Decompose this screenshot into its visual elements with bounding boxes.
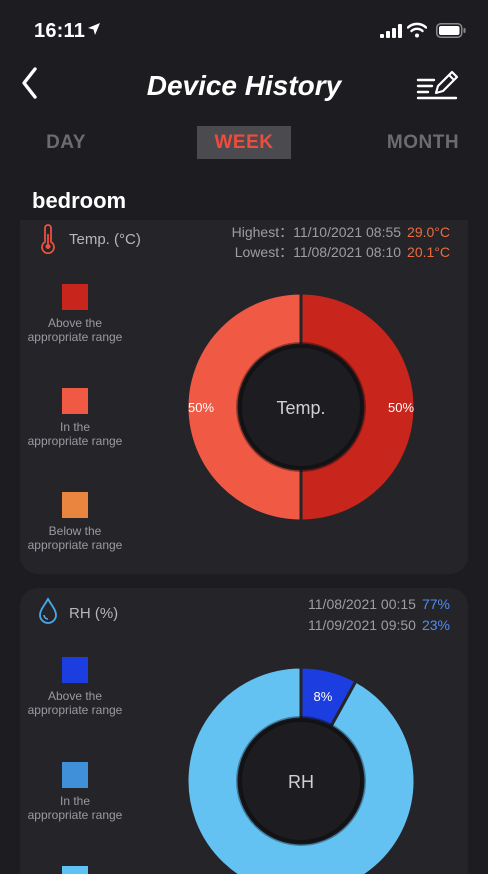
- temp-lowest-value: 20.1°C: [407, 244, 450, 260]
- temp-lowest-label: Lowest：11/08/2021 08:10: [234, 244, 402, 260]
- nav-bar: Device History: [0, 58, 488, 114]
- rh-legend-below-swatch: [62, 866, 88, 874]
- cellular-signal-icon: [380, 24, 402, 38]
- temp-highest-value: 29.0°C: [407, 224, 450, 240]
- temp-legend-above-swatch: [62, 284, 88, 310]
- rh-highest-value: 77%: [421, 596, 450, 612]
- temperature-card: Temp. (°C) Highest：11/10/2021 08:55 29.0°…: [20, 220, 468, 574]
- location-arrow-icon: [88, 23, 100, 35]
- rh-legend-above: Above the appropriate range: [20, 657, 130, 717]
- rh-highest: 11/08/2021 00:15 77%: [308, 596, 450, 612]
- temp-legend-in-swatch: [62, 388, 88, 414]
- rh-legend-in-swatch: [62, 762, 88, 788]
- page-title: Device History: [146, 70, 342, 101]
- rh-lowest-label: 11/09/2021 09:50: [308, 617, 416, 633]
- rh-legend-above-text: Above the appropriate range: [27, 689, 123, 717]
- temp-highest-label: Highest：11/10/2021 08:55: [231, 224, 402, 240]
- room-title: bedroom: [32, 188, 127, 213]
- rh-donut-chart: 8%92%RH: [186, 666, 416, 874]
- rh_card-center-label: RH: [288, 772, 314, 792]
- temp-highest: Highest：11/10/2021 08:55 29.0°C: [232, 222, 450, 242]
- tab-day[interactable]: DAY: [30, 126, 102, 159]
- temp_card-slice-label-0: 50%: [388, 400, 414, 415]
- humidity-card: RH (%) 11/08/2021 00:15 77% 11/09/2021 09…: [20, 588, 468, 874]
- rh-lowest: 11/09/2021 09:50 23%: [308, 617, 450, 633]
- rh-highest-label: 11/08/2021 00:15: [308, 596, 416, 612]
- battery-icon: [436, 23, 466, 38]
- water-drop-icon: [39, 597, 57, 624]
- temp-legend-above: Above the appropriate range: [20, 284, 130, 344]
- tab-month[interactable]: MONTH: [380, 126, 466, 159]
- temp-legend-in: In the appropriate range: [20, 388, 130, 448]
- temp-legend-below-text: Below the appropriate range: [27, 524, 123, 552]
- temp-donut-chart: 50% 50% Temp.: [186, 292, 416, 522]
- edit-button[interactable]: [416, 66, 460, 102]
- status-bar: 16:11: [0, 0, 488, 58]
- temp-legend-in-text: In the appropriate range: [27, 420, 123, 448]
- status-time: 16:11: [34, 20, 86, 42]
- note-edit-icon: [416, 70, 459, 100]
- temp-legend-below-swatch: [62, 492, 88, 518]
- temp-lowest: Lowest：11/08/2021 08:10 20.1°C: [235, 242, 450, 262]
- rh-label: RH (%): [69, 605, 119, 622]
- temp_card-center-label: Temp.: [276, 398, 325, 418]
- tab-week[interactable]: WEEK: [197, 126, 291, 159]
- wifi-icon: [407, 22, 427, 38]
- temp-legend-above-text: Above the appropriate range: [27, 316, 123, 344]
- rh-legend-in-text: In the appropriate range: [27, 794, 123, 822]
- rh-legend-below: [20, 866, 130, 874]
- thermometer-icon: [41, 224, 55, 254]
- temp-legend-below: Below the appropriate range: [20, 492, 130, 552]
- rh_card-slice-label-0: 8%: [313, 689, 332, 704]
- rh-legend-in: In the appropriate range: [20, 762, 130, 822]
- temp_card-slice-label-1: 50%: [188, 400, 214, 415]
- temp-label: Temp. (°C): [69, 231, 141, 248]
- period-tabs: DAY WEEK MONTH: [0, 126, 488, 160]
- rh-lowest-value: 23%: [421, 617, 450, 633]
- rh-legend-above-swatch: [62, 657, 88, 683]
